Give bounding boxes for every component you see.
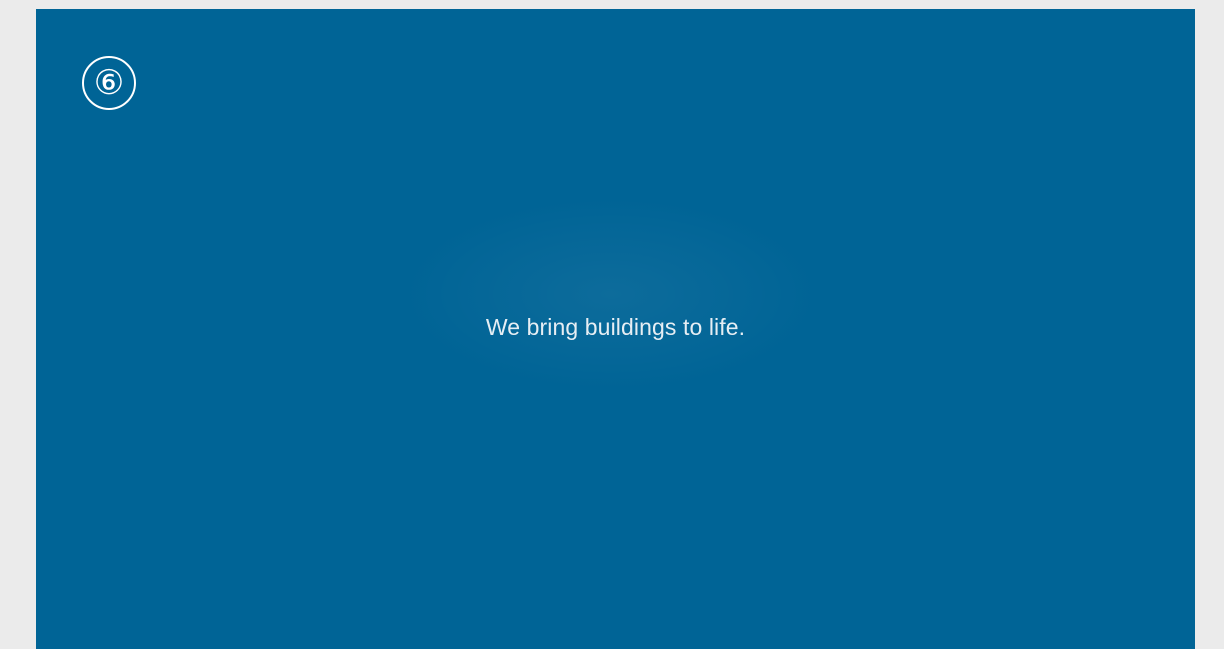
- tagline-text: We bring buildings to life.: [485, 314, 746, 340]
- step-number-badge: ⑥: [82, 56, 136, 110]
- background-glow: [406, 199, 816, 389]
- welcome-screen: ⑥ We bring buildings to life.: [36, 9, 1195, 649]
- step-number: ⑥: [93, 64, 125, 102]
